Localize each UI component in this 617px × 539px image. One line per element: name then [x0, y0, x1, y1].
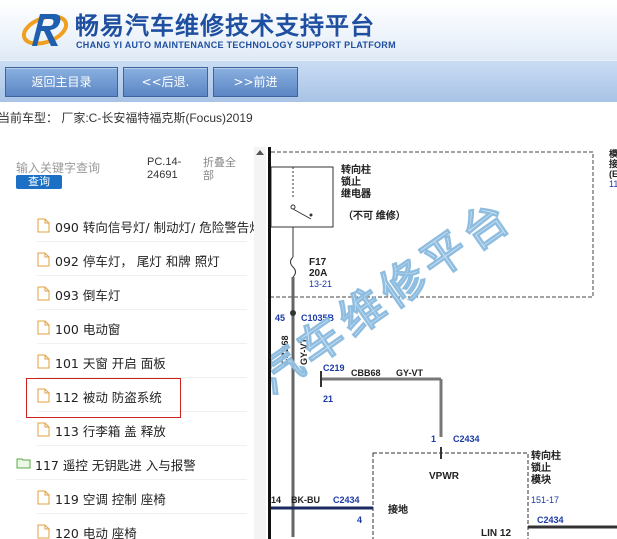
connector-c2434-right: C2434: [537, 515, 564, 525]
pin-4: 4: [357, 515, 362, 525]
pin-21: 21: [323, 394, 333, 404]
document-icon: [37, 320, 50, 335]
relay-box: [271, 166, 334, 228]
pin-1: 1: [431, 434, 436, 444]
search-input[interactable]: 输入关键字查询: [16, 159, 100, 176]
connector-c2434-left: C2434: [333, 495, 360, 505]
lin-label: LIN 12: [481, 528, 511, 539]
tree-folder-117[interactable]: 117 遥控 无钥匙进 入与报警: [16, 447, 247, 480]
fuse-ref-link[interactable]: 13-21: [309, 279, 332, 289]
document-icon: [37, 490, 50, 505]
fuse-rating: 20A: [309, 268, 327, 279]
tree-item-119[interactable]: 119 空调 控制 座椅: [37, 481, 247, 514]
top-right-text-2: 接: [609, 158, 617, 169]
diagram-canvas: 转向柱 锁止 继电器 （不可 维修） F17 20A 13-21 45 C103…: [271, 148, 617, 539]
tree-item-label: 117 遥控 无钥匙进 入与报警: [35, 458, 196, 473]
forward-button[interactable]: >>前进: [213, 67, 298, 97]
module-label-2: 锁止: [531, 461, 551, 474]
document-icon: [37, 252, 50, 267]
top-right-text-3: (E: [609, 169, 617, 179]
not-serviceable-label: （不可 维修）: [343, 209, 406, 222]
connector-c2434-top: C2434: [453, 434, 480, 444]
document-icon: [37, 286, 50, 301]
wire-gyvt: GY-VT: [396, 368, 424, 378]
relay-label-1: 转向柱: [341, 163, 371, 176]
pin-14: 14: [271, 495, 281, 505]
fuse-name: F17: [309, 257, 327, 268]
pc-code: PC.14-24691: [147, 156, 182, 181]
wire-cbb68: CBB68: [351, 368, 381, 378]
tree-item-100[interactable]: 100 电动窗: [37, 311, 247, 344]
tree-item-label: 101 天窗 开启 面板: [55, 356, 166, 371]
tree-item-092[interactable]: 092 停车灯， 尾灯 和牌 照灯: [37, 243, 247, 276]
app-header: 畅易汽车维修技术支持平台 CHANG YI AUTO MAINTENANCE T…: [0, 0, 617, 60]
tree-item-090[interactable]: 090 转向信号灯/ 制动灯/ 危险警告灯: [37, 209, 254, 242]
top-right-text-1: 模: [609, 148, 617, 159]
nav-bar: 返回主目录 <<后退. >>前进: [0, 60, 617, 102]
back-button[interactable]: <<后退.: [123, 67, 208, 97]
wiring-diagram: 转向柱 锁止 继电器 （不可 维修） F17 20A 13-21 45 C103…: [268, 147, 617, 539]
pin-45: 45: [275, 313, 285, 323]
current-vehicle-text: 当前车型： 厂家:C-长安福特福克斯(Focus)2019: [0, 111, 253, 125]
tree-pane: 输入关键字查询 查询 PC.14-24691 折叠全部 090 转向信号灯/ 制…: [0, 147, 254, 539]
tree-item-093[interactable]: 093 倒车灯: [37, 277, 247, 310]
module-ref-link[interactable]: 151-17: [531, 495, 559, 505]
query-button[interactable]: 查询: [16, 175, 62, 189]
tree-item-label: 092 停车灯， 尾灯 和牌 照灯: [55, 254, 220, 269]
module-box: [372, 452, 529, 539]
selection-highlight: [26, 378, 181, 418]
vehicle-info: 当前车型： 厂家:C-长安福特福克斯(Focus)2019: [0, 103, 617, 147]
ground-label: 接地: [388, 503, 408, 516]
top-right-text-4: 11: [609, 179, 617, 189]
relay-label-2: 锁止: [341, 175, 361, 188]
logo-icon: [21, 14, 69, 46]
module-label-3: 模块: [531, 473, 552, 486]
tree-item-label: 093 倒车灯: [55, 288, 121, 303]
document-icon: [37, 218, 50, 233]
relay-label-3: 继电器: [341, 187, 372, 200]
brand-subtitle: CHANG YI AUTO MAINTENANCE TECHNOLOGY SUP…: [76, 40, 396, 50]
collapse-all-button[interactable]: 折叠全部: [203, 156, 243, 182]
tree-item-label: 113 行李箱 盖 释放: [55, 424, 166, 439]
scroll-up-icon[interactable]: [256, 150, 264, 155]
folder-icon: [16, 458, 31, 469]
document-icon: [37, 354, 50, 369]
wire-bkbu: BK-BU: [291, 495, 320, 505]
tree-item-label: 120 电动 座椅: [55, 526, 137, 539]
tree-item-101[interactable]: 101 天窗 开启 面板: [37, 345, 247, 378]
tree-item-label: 090 转向信号灯/ 制动灯/ 危险警告灯: [55, 220, 254, 235]
tree-item-120[interactable]: 120 电动 座椅: [37, 515, 247, 539]
document-icon: [37, 524, 50, 539]
tree-scrollbar[interactable]: [254, 147, 266, 539]
tree-item-label: 119 空调 控制 座椅: [55, 492, 166, 507]
vpwr-label: VPWR: [429, 471, 460, 482]
document-icon: [37, 422, 50, 437]
module-label-1: 转向柱: [531, 449, 561, 462]
tree-item-label: 100 电动窗: [55, 322, 121, 337]
brand-title: 畅易汽车维修技术支持平台: [75, 12, 375, 40]
back-to-main-button[interactable]: 返回主目录: [5, 67, 118, 97]
